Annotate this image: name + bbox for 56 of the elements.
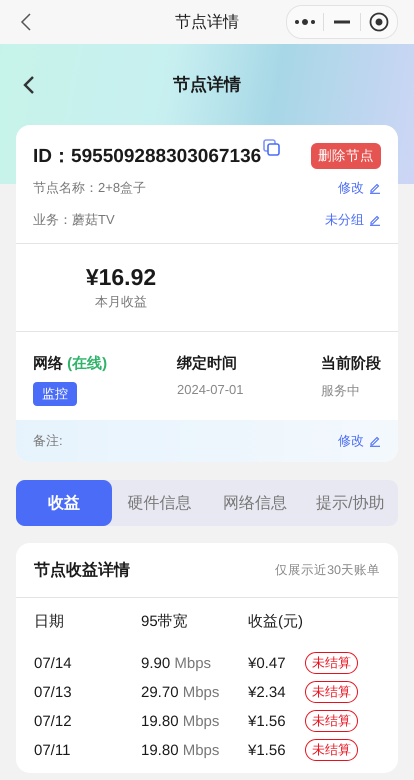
bandwidth-value: 29.70 bbox=[141, 684, 179, 700]
page-title: 节点详情 bbox=[173, 75, 241, 94]
mini-bar-title: 节点详情 bbox=[175, 14, 239, 30]
hint-text: 仅展示近30天账单 bbox=[275, 562, 380, 578]
income-label: 本月收益 bbox=[94, 293, 148, 311]
status-badge: 未结算 bbox=[305, 739, 358, 761]
tab[interactable]: 网络信息 bbox=[207, 480, 302, 526]
minimize-icon[interactable] bbox=[334, 20, 350, 24]
amount-cell-text: ¥0.47 bbox=[248, 654, 287, 672]
monitor-button[interactable]: 监控 bbox=[33, 382, 77, 406]
close-icon[interactable] bbox=[369, 12, 389, 32]
column-header: 95带宽 bbox=[141, 612, 189, 631]
bandwidth-unit: Mbps bbox=[182, 684, 220, 700]
note-label: 备注: bbox=[33, 432, 63, 450]
node-id: ID：595509288303067136 bbox=[33, 145, 262, 169]
status-badge: 未结算 bbox=[305, 710, 358, 732]
date-cell-text: 07/14 bbox=[34, 654, 73, 672]
edit-note-link[interactable]: 修改 bbox=[338, 432, 381, 450]
bind-time-label: 绑定时间 bbox=[177, 354, 238, 373]
stage-value: 服务中 bbox=[321, 382, 361, 400]
monthly-income: ¥16.92 bbox=[84, 264, 158, 291]
amount-cell-text: ¥2.34 bbox=[248, 684, 287, 700]
group-link[interactable]: 未分组 bbox=[325, 211, 381, 229]
back-icon[interactable] bbox=[22, 74, 36, 94]
tab[interactable]: 收益 bbox=[16, 480, 112, 526]
back-icon[interactable] bbox=[20, 12, 32, 32]
copy-icon[interactable] bbox=[263, 139, 280, 156]
pencil-icon bbox=[369, 182, 381, 194]
section-title: 节点收益详情 bbox=[34, 560, 130, 580]
pencil-icon bbox=[369, 214, 381, 226]
amount-cell-text: ¥1.56 bbox=[248, 742, 287, 758]
node-name: 节点名称：2+8盒子 bbox=[33, 179, 146, 197]
more-icon[interactable] bbox=[294, 18, 316, 26]
status-badge: 未结算 bbox=[305, 652, 358, 674]
bandwidth-value: 19.80 bbox=[141, 742, 179, 758]
business-label: 业务：蘑菇TV bbox=[33, 211, 115, 229]
edit-name-link[interactable]: 修改 bbox=[338, 179, 381, 197]
delete-node-button[interactable]: 删除节点 bbox=[311, 143, 381, 169]
column-header: 收益(元) bbox=[248, 612, 304, 631]
bandwidth-unit: Mbps bbox=[174, 654, 212, 672]
tab[interactable]: 提示/协助 bbox=[302, 480, 398, 526]
date-cell-text: 07/11 bbox=[34, 742, 72, 758]
bandwidth-unit: Mbps bbox=[182, 742, 220, 758]
bandwidth-unit: Mbps bbox=[182, 712, 220, 730]
amount-cell-text: ¥1.56 bbox=[248, 712, 287, 730]
date-cell-text: 07/13 bbox=[34, 684, 73, 700]
bandwidth-value: 9.90 bbox=[141, 654, 170, 672]
bind-time-value: 2024-07-01 bbox=[177, 382, 244, 399]
date-cell-text: 07/12 bbox=[34, 712, 73, 730]
status-badge: 未结算 bbox=[305, 681, 358, 703]
bandwidth-value: 19.80 bbox=[141, 712, 179, 730]
tab[interactable]: 硬件信息 bbox=[112, 480, 207, 526]
pencil-icon bbox=[369, 435, 381, 447]
network-label: 网络 (在线) bbox=[33, 354, 108, 373]
stage-label: 当前阶段 bbox=[321, 354, 381, 373]
column-header: 日期 bbox=[34, 612, 65, 631]
